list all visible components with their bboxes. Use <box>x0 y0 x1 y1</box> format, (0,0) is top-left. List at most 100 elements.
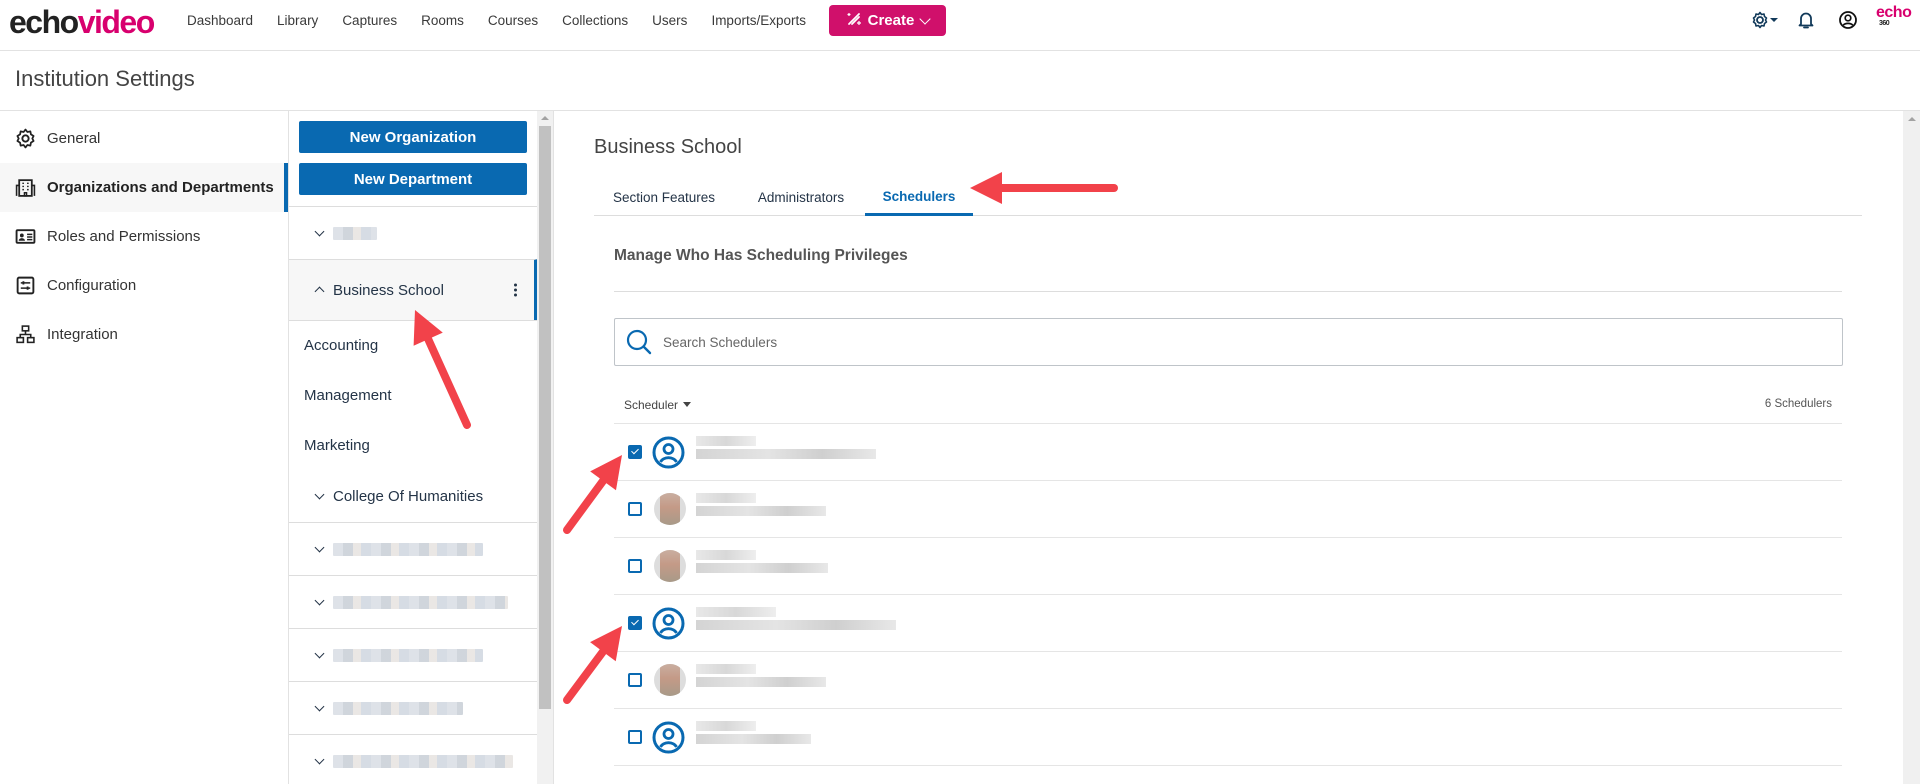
network-icon <box>16 325 35 344</box>
department-title: Business School <box>594 136 742 158</box>
page-title: Institution Settings <box>15 66 195 91</box>
sidebar-item-configuration[interactable]: Configuration <box>0 261 288 310</box>
scheduler-row <box>614 538 1842 595</box>
page-scrollbar[interactable] <box>1903 111 1920 784</box>
scheduler-checkbox[interactable] <box>628 445 642 459</box>
tree-item-org[interactable] <box>289 522 537 575</box>
top-navigation: echovideo Dashboard Library Captures Roo… <box>0 0 1920 51</box>
nav-rooms[interactable]: Rooms <box>421 13 464 28</box>
echovideo-logo[interactable]: echovideo <box>9 4 156 41</box>
tree-item-business-school[interactable]: Business School <box>289 259 537 320</box>
sidebar-item-integration[interactable]: Integration <box>0 310 288 359</box>
default-avatar-icon <box>652 721 685 754</box>
section-title: Manage Who Has Scheduling Privileges <box>614 247 908 264</box>
scheduler-checkbox[interactable] <box>628 616 642 630</box>
redacted-org-name <box>333 226 377 240</box>
chevron-down-icon <box>314 595 325 605</box>
scheduler-checkbox[interactable] <box>628 502 642 516</box>
nav-captures[interactable]: Captures <box>342 13 397 28</box>
sidebar-item-general[interactable]: General <box>0 114 288 163</box>
search-icon <box>626 329 652 355</box>
scheduler-checkbox[interactable] <box>628 730 642 744</box>
nav-collections[interactable]: Collections <box>562 13 628 28</box>
chevron-down-icon <box>314 701 325 711</box>
search-schedulers-field[interactable] <box>614 318 1843 366</box>
avatar-photo <box>654 550 686 582</box>
scheduler-name-redacted <box>696 664 826 687</box>
sidebar-item-label: Configuration <box>47 277 137 294</box>
chevron-down-icon <box>314 489 325 499</box>
caret-down-icon <box>683 402 692 407</box>
gear-icon[interactable] <box>1751 10 1779 35</box>
new-organization-button[interactable]: New Organization <box>299 121 527 153</box>
logo-video-text: video <box>77 4 156 40</box>
tree-item-label: Marketing <box>304 436 370 454</box>
scheduler-name-redacted <box>696 550 828 573</box>
main-panel: Business School Section Features Adminis… <box>554 111 1904 784</box>
chevron-down-icon <box>314 226 325 236</box>
tree-item-label: Management <box>304 386 392 404</box>
sort-label: Scheduler <box>624 398 679 412</box>
bell-icon[interactable] <box>1797 10 1815 35</box>
chevron-down-icon <box>314 754 325 764</box>
tree-item-accounting[interactable]: Accounting <box>289 320 537 370</box>
scheduler-count: 6 Schedulers <box>1764 398 1832 410</box>
scheduler-row <box>614 595 1842 652</box>
tree-item-management[interactable]: Management <box>289 370 537 420</box>
tree-item-org[interactable] <box>289 681 537 734</box>
nav-courses[interactable]: Courses <box>488 13 538 28</box>
tab-administrators[interactable]: Administrators <box>741 179 861 216</box>
tree-scrollbar[interactable] <box>537 111 553 784</box>
chevron-down-icon <box>919 12 932 25</box>
tree-item-label: College Of Humanities <box>333 487 484 505</box>
logo-echo-text: echo <box>9 4 79 40</box>
tree-item-college-of-humanities[interactable]: College Of Humanities <box>289 470 537 522</box>
nav-imports-exports[interactable]: Imports/Exports <box>711 13 806 28</box>
nav-users[interactable]: Users <box>652 13 687 28</box>
new-department-button[interactable]: New Department <box>299 163 527 195</box>
tree-item-org[interactable] <box>289 206 537 259</box>
echo360-number: 360 <box>1879 20 1890 27</box>
default-avatar-icon <box>652 436 685 469</box>
redacted-org-name <box>333 595 508 609</box>
tab-section-features[interactable]: Section Features <box>594 179 734 216</box>
create-label: Create <box>867 12 915 29</box>
nav-library[interactable]: Library <box>277 13 318 28</box>
sort-by-scheduler[interactable]: Scheduler <box>624 398 692 412</box>
sliders-icon <box>16 276 35 295</box>
scroll-up-arrow-icon[interactable] <box>541 116 549 120</box>
tree-item-marketing[interactable]: Marketing <box>289 420 537 470</box>
nav-dashboard[interactable]: Dashboard <box>187 13 253 28</box>
scheduler-checkbox[interactable] <box>628 559 642 573</box>
search-input[interactable] <box>663 334 1842 350</box>
tab-schedulers[interactable]: Schedulers <box>865 179 973 216</box>
avatar-photo <box>654 664 686 696</box>
scheduler-row <box>614 424 1842 481</box>
magic-wand-icon <box>846 11 862 30</box>
tree-scrollbar-thumb[interactable] <box>539 126 551 709</box>
sidebar-item-label: Organizations and Departments <box>47 179 274 196</box>
scheduler-name-redacted <box>696 721 811 744</box>
redacted-org-name <box>333 542 483 556</box>
tree-item-org[interactable] <box>289 628 537 681</box>
id-card-icon <box>15 229 36 244</box>
echo360-logo[interactable]: echo 360 <box>1876 5 1912 28</box>
chevron-down-icon <box>314 542 325 552</box>
chevron-down-icon <box>314 648 325 658</box>
user-circle-icon[interactable] <box>1838 10 1858 35</box>
redacted-org-name <box>333 701 463 715</box>
tree-item-org[interactable] <box>289 575 537 628</box>
scroll-up-arrow-icon[interactable] <box>1908 117 1916 121</box>
organization-tree: New Organization New Department Business… <box>288 111 537 784</box>
sidebar-item-organizations-and-departments[interactable]: Organizations and Departments <box>0 163 288 212</box>
tree-item-org[interactable] <box>289 734 537 784</box>
main-nav-links: Dashboard Library Captures Rooms Courses… <box>187 0 830 40</box>
more-options-icon[interactable] <box>514 282 518 299</box>
sidebar-item-roles-and-permissions[interactable]: Roles and Permissions <box>0 212 288 261</box>
create-button[interactable]: Create <box>829 5 946 36</box>
redacted-org-name <box>333 648 483 662</box>
scheduler-row <box>614 709 1842 766</box>
scheduler-row <box>614 652 1842 709</box>
default-avatar-icon <box>652 607 685 640</box>
scheduler-checkbox[interactable] <box>628 673 642 687</box>
